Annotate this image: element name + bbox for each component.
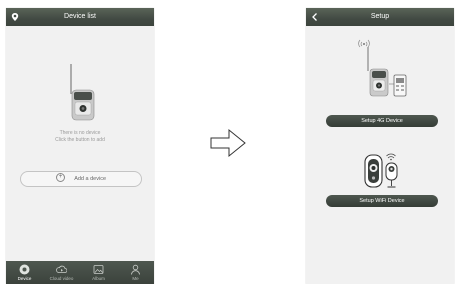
tab-device[interactable]: Device [6, 261, 43, 284]
setup-4g-device-button[interactable]: Setup 4G Device [326, 115, 438, 127]
cloud-icon [56, 265, 67, 273]
tab-me[interactable]: Me [117, 261, 154, 284]
device-icon [19, 264, 30, 275]
setup-screen: Setup Setup 4G Device Setup WiFi Device [306, 8, 454, 284]
device-list-screen: Device list There is no device Click the… [6, 8, 154, 284]
tab-me-label: Me [132, 276, 139, 281]
setup-wifi-device-button[interactable]: Setup WiFi Device [326, 195, 438, 207]
camera-illustration [70, 64, 95, 121]
location-pin-icon[interactable] [10, 12, 20, 22]
page-title: Device list [64, 13, 96, 20]
device-list-header: Device list [6, 8, 154, 26]
tab-cloud-video[interactable]: Cloud video [43, 261, 80, 284]
setup-wifi-label: Setup WiFi Device [359, 198, 405, 204]
album-icon [93, 265, 104, 274]
page-title: Setup [370, 13, 390, 20]
back-chevron-icon[interactable] [310, 12, 320, 22]
setup-4g-label: Setup 4G Device [361, 118, 403, 124]
empty-line-2: Click the button to add [55, 137, 105, 143]
tab-device-label: Device [17, 276, 32, 281]
wifi-doorbell-illustration [364, 153, 398, 188]
empty-line-1: There is no device [59, 130, 101, 136]
tab-album[interactable]: Album [80, 261, 117, 284]
person-icon [131, 264, 140, 275]
arrow-right-icon [210, 128, 246, 158]
add-device-label: Add a device [74, 176, 107, 182]
empty-state-message: There is no device Click the button to a… [6, 130, 154, 144]
4g-camera-illustration [358, 39, 407, 97]
tab-cloud-video-label: Cloud video [49, 276, 74, 281]
add-device-button[interactable]: + Add a device [20, 171, 142, 187]
bottom-tab-bar: Device Cloud video Album Me [6, 261, 154, 284]
setup-header: Setup [306, 8, 454, 26]
plus-circle-icon: + [55, 173, 65, 183]
tab-album-label: Album [92, 276, 105, 281]
